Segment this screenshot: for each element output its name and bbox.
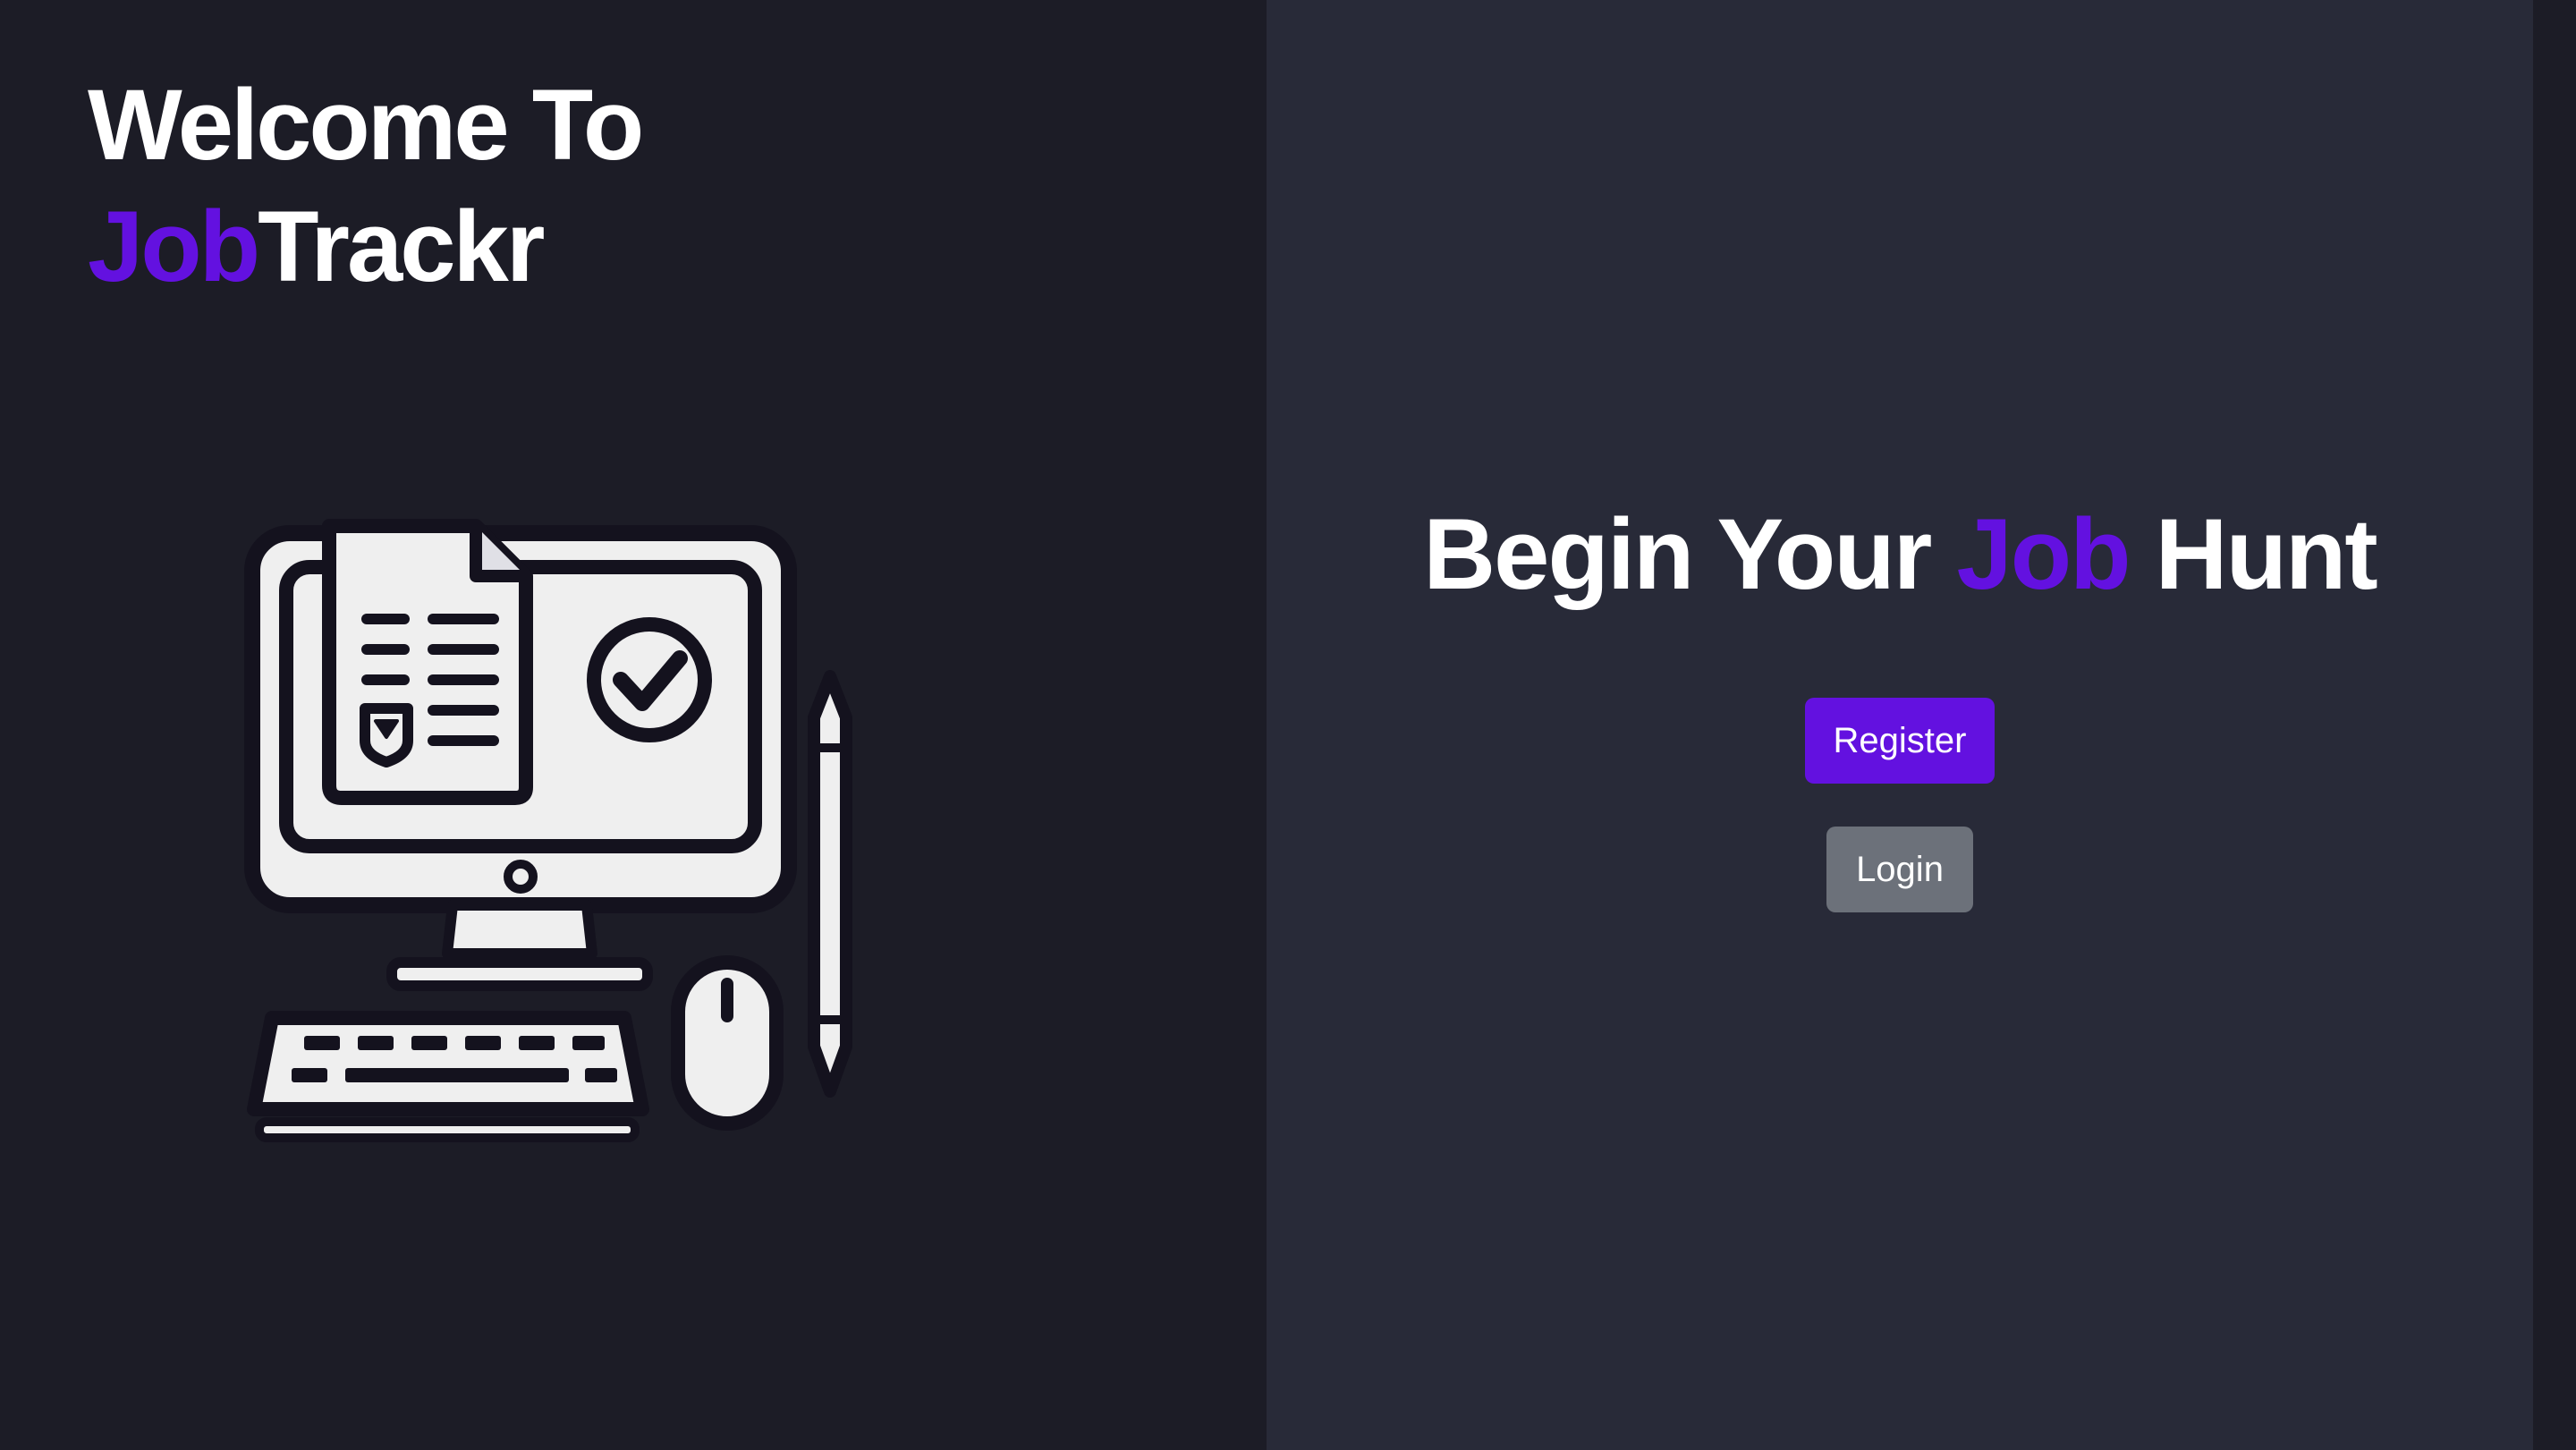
hero-section: Begin Your Job Hunt Register Login — [1267, 0, 2533, 1450]
brand-accent: Job — [88, 191, 260, 302]
register-button[interactable]: Register — [1805, 698, 1995, 784]
page-edge-strip — [2533, 0, 2576, 1450]
hero-title-start: Begin Your — [1423, 498, 1957, 610]
brand-name: JobTrackr — [88, 186, 641, 308]
left-panel: Welcome To JobTrackr — [0, 0, 1267, 1450]
hero-title-accent: Job — [1956, 498, 2131, 610]
hero-title-end: Hunt — [2129, 498, 2378, 610]
computer-illustration-icon — [244, 519, 852, 1142]
landing-page: Welcome To JobTrackr Begin Your Job Hunt… — [0, 0, 2576, 1450]
welcome-line: Welcome To — [88, 69, 644, 181]
welcome-title: Welcome To JobTrackr — [88, 64, 644, 308]
brand-rest: Trackr — [258, 191, 545, 302]
login-button[interactable]: Login — [1826, 827, 1973, 912]
hero-title: Begin Your Job Hunt — [1267, 494, 2533, 615]
